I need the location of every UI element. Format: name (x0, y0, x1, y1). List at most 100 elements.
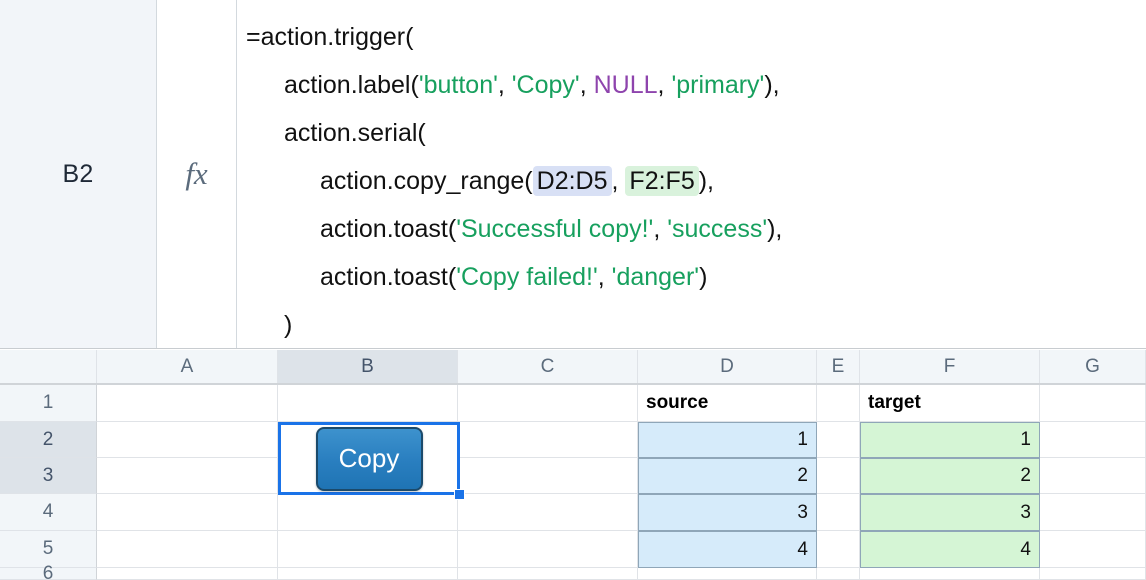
grid-cell-F3[interactable]: 2 (860, 458, 1040, 494)
column-header-E[interactable]: E (817, 350, 860, 383)
formula-line-6: action.toast('Copy failed!', 'danger') (246, 253, 1146, 301)
row-header-label: 6 (42, 562, 54, 580)
column-header-label: D (720, 355, 734, 377)
formula-string-token: 'danger' (611, 263, 700, 291)
formula-text-token: , (497, 71, 512, 99)
grid-cell-B5[interactable] (278, 531, 458, 568)
grid-cell-B4[interactable] (278, 494, 458, 531)
grid-cell-C5[interactable] (458, 531, 638, 568)
grid-cell-D3[interactable]: 2 (638, 458, 817, 494)
grid-cell-F1[interactable]: target (860, 385, 1040, 422)
column-header-label: B (361, 355, 374, 377)
grid-cell-E6[interactable] (817, 568, 860, 580)
formula-text-token: ) (699, 263, 708, 291)
cell-value: 4 (797, 538, 808, 560)
row-header-1[interactable]: 1 (0, 385, 97, 422)
grid-cell-G2[interactable] (1040, 422, 1146, 458)
grid-cell-B6[interactable] (278, 568, 458, 580)
formula-null-token: NULL (593, 71, 658, 99)
formula-string-token: 'primary' (671, 71, 765, 99)
row-header-3[interactable]: 3 (0, 458, 97, 494)
formula-line-3: action.serial( (246, 109, 1146, 157)
grid-cell-C1[interactable] (458, 385, 638, 422)
grid-cell-G1[interactable] (1040, 385, 1146, 422)
grid-cell-E5[interactable] (817, 531, 860, 568)
column-header-label: C (540, 355, 555, 377)
formula-text-token: action.copy_range( (320, 167, 533, 195)
column-header-F[interactable]: F (860, 350, 1040, 383)
column-header-label: F (943, 355, 956, 377)
column-header-label: E (831, 355, 845, 377)
spreadsheet-grid[interactable]: A B C D E F G 1 2 3 4 5 6 source target 1 2 3 4 1 2 3 4 Copy (0, 350, 1146, 580)
grid-cell-C4[interactable] (458, 494, 638, 531)
grid-cell-D1[interactable]: source (638, 385, 817, 422)
row-header-4[interactable]: 4 (0, 494, 97, 531)
grid-cell-F2[interactable]: 1 (860, 422, 1040, 458)
formula-line-5: action.toast('Successful copy!', 'succes… (246, 205, 1146, 253)
grid-cell-A2[interactable] (97, 422, 278, 458)
grid-cell-G4[interactable] (1040, 494, 1146, 531)
grid-cell-G3[interactable] (1040, 458, 1146, 494)
grid-cell-A6[interactable] (97, 568, 278, 580)
formula-string-token: 'button' (418, 71, 498, 99)
grid-cell-E4[interactable] (817, 494, 860, 531)
column-header-B[interactable]: B (278, 350, 458, 383)
cell-reference-label: B2 (62, 159, 94, 188)
formula-text-token: , (657, 71, 672, 99)
grid-cell-D4[interactable]: 3 (638, 494, 817, 531)
cell-selection-B2:B3[interactable]: Copy (278, 422, 460, 495)
formula-string-token: 'success' (667, 215, 768, 243)
grid-cell-C3[interactable] (458, 458, 638, 494)
cell-value: 4 (1020, 538, 1031, 560)
formula-line-2: action.label('button', 'Copy', NULL, 'pr… (246, 61, 1146, 109)
formula-text-token: , (579, 71, 594, 99)
grid-cell-A3[interactable] (97, 458, 278, 494)
column-header-C[interactable]: C (458, 350, 638, 383)
fx-icon: fx (185, 156, 208, 191)
formula-text-token: =action.trigger( (246, 23, 414, 51)
grid-cell-E2[interactable] (817, 422, 860, 458)
column-header-A[interactable]: A (97, 350, 278, 383)
cell-reference-box[interactable]: B2 (0, 0, 157, 348)
selection-fill-handle[interactable] (454, 489, 465, 500)
formula-line-1: =action.trigger( (246, 13, 1146, 61)
copy-button[interactable]: Copy (315, 426, 423, 491)
grid-cell-A1[interactable] (97, 385, 278, 422)
grid-cell-D6[interactable] (638, 568, 817, 580)
grid-cell-A5[interactable] (97, 531, 278, 568)
formula-text-token: action.toast( (320, 215, 457, 243)
formula-text-token: , (611, 167, 626, 195)
row-header-label: 1 (42, 392, 54, 413)
select-all-corner[interactable] (0, 350, 97, 383)
grid-cell-D2[interactable]: 1 (638, 422, 817, 458)
formula-input[interactable]: =action.trigger( action.label('button', '… (237, 0, 1146, 348)
grid-cell-F5[interactable]: 4 (860, 531, 1040, 568)
cell-value: 2 (1020, 465, 1031, 486)
cell-value: 3 (1020, 501, 1031, 523)
formula-text-token: action.toast( (320, 263, 457, 291)
cell-value: target (868, 392, 921, 413)
grid-cell-E3[interactable] (817, 458, 860, 494)
row-header-label: 2 (42, 428, 54, 450)
formula-line-4: action.copy_range(D2:D5, F2:F5), (246, 157, 1146, 205)
row-header-6[interactable]: 6 (0, 563, 97, 580)
row-header-2[interactable]: 2 (0, 422, 97, 458)
grid-cell-D5[interactable]: 4 (638, 531, 817, 568)
grid-cell-C6[interactable] (458, 568, 638, 580)
grid-cell-F4[interactable]: 3 (860, 494, 1040, 531)
formula-text-token: action.label( (284, 71, 419, 99)
grid-cell-B1[interactable] (278, 385, 458, 422)
formula-text-token: , (597, 263, 612, 291)
column-header-label: G (1085, 355, 1100, 377)
grid-cell-G5[interactable] (1040, 531, 1146, 568)
grid-cell-C2[interactable] (458, 422, 638, 458)
row-header-label: 4 (42, 501, 54, 522)
cell-value: 1 (797, 429, 808, 450)
column-header-D[interactable]: D (638, 350, 817, 383)
grid-cell-A4[interactable] (97, 494, 278, 531)
grid-cell-G6[interactable] (1040, 568, 1146, 580)
grid-cell-F6[interactable] (860, 568, 1040, 580)
function-insert-button[interactable]: fx (157, 0, 237, 348)
grid-cell-E1[interactable] (817, 385, 860, 422)
column-header-G[interactable]: G (1040, 350, 1146, 383)
